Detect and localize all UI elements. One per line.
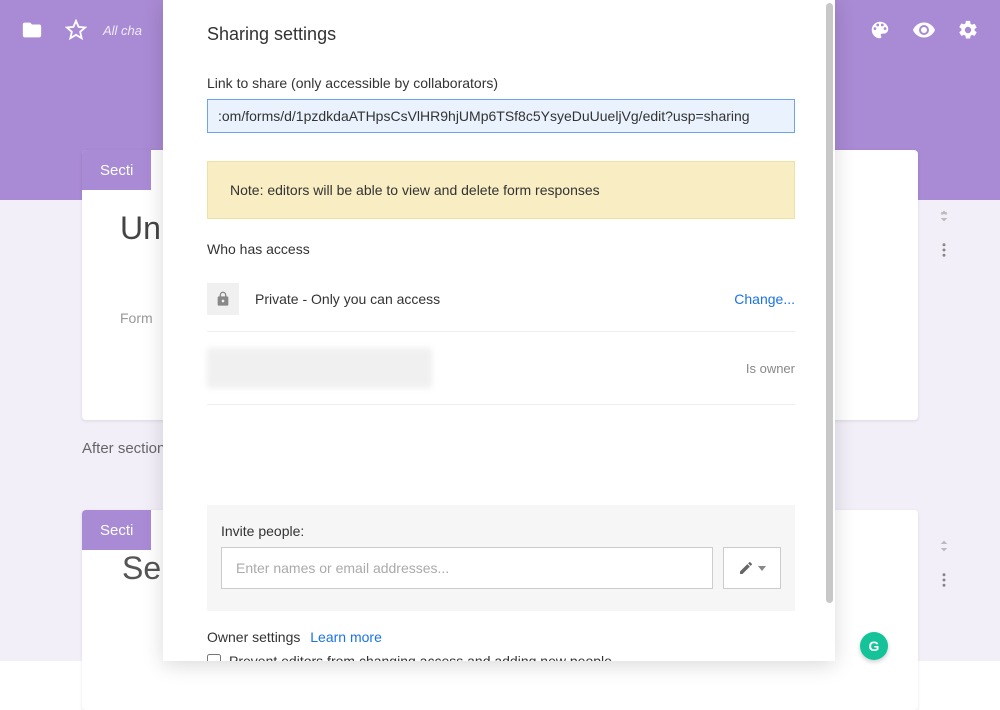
permission-dropdown-button[interactable] [723,547,781,589]
invite-row [221,547,781,589]
owner-identity-blurred [207,348,432,388]
star-icon[interactable] [64,18,88,42]
change-access-link[interactable]: Change... [734,291,795,307]
folder-icon[interactable] [20,18,44,42]
owner-settings-label: Owner settings [207,629,300,645]
access-text: Private - Only you can access [255,291,734,307]
who-has-access-label: Who has access [207,241,795,257]
grammarly-badge[interactable]: G [860,632,888,660]
invite-input[interactable] [221,547,713,589]
form-description[interactable]: Form [120,310,153,326]
modal-content: Sharing settings Link to share (only acc… [163,0,835,661]
owner-label: Is owner [746,361,795,376]
access-row-private: Private - Only you can access Change... [207,267,795,332]
invite-label: Invite people: [221,523,781,539]
modal-title: Sharing settings [207,24,795,45]
section-2-side-actions [935,538,953,594]
modal-scrollbar-thumb[interactable] [826,3,833,603]
after-section-text: After section [82,440,165,457]
prevent-editors-row: Prevent editors from changing access and… [207,653,795,661]
link-share-label: Link to share (only accessible by collab… [207,75,795,91]
collapse-icon[interactable] [936,538,952,559]
learn-more-link[interactable]: Learn more [310,629,382,645]
more-icon[interactable] [935,571,953,594]
section-2-label: Secti [82,510,151,550]
preview-icon[interactable] [912,18,936,42]
section-1-label: Secti [82,150,151,190]
chevron-down-icon [758,566,766,571]
section-1-side-actions [935,208,953,264]
header-actions [868,18,980,42]
palette-icon[interactable] [868,18,892,42]
share-link-input[interactable] [207,99,795,133]
section-2-title[interactable]: Se [122,550,161,587]
prevent-editors-label: Prevent editors from changing access and… [229,653,612,661]
gear-icon[interactable] [956,18,980,42]
prevent-editors-checkbox[interactable] [207,654,221,661]
invite-section: Invite people: [207,505,795,611]
owner-settings: Owner settings Learn more Prevent editor… [207,629,795,661]
more-icon[interactable] [935,241,953,264]
editor-note: Note: editors will be able to view and d… [207,161,795,219]
owner-row: Is owner [207,332,795,405]
section-1-title[interactable]: Un [120,210,161,247]
sharing-modal: Sharing settings Link to share (only acc… [163,0,835,661]
lock-icon [207,283,239,315]
changes-status: All cha [103,23,142,38]
collapse-icon[interactable] [936,208,952,229]
